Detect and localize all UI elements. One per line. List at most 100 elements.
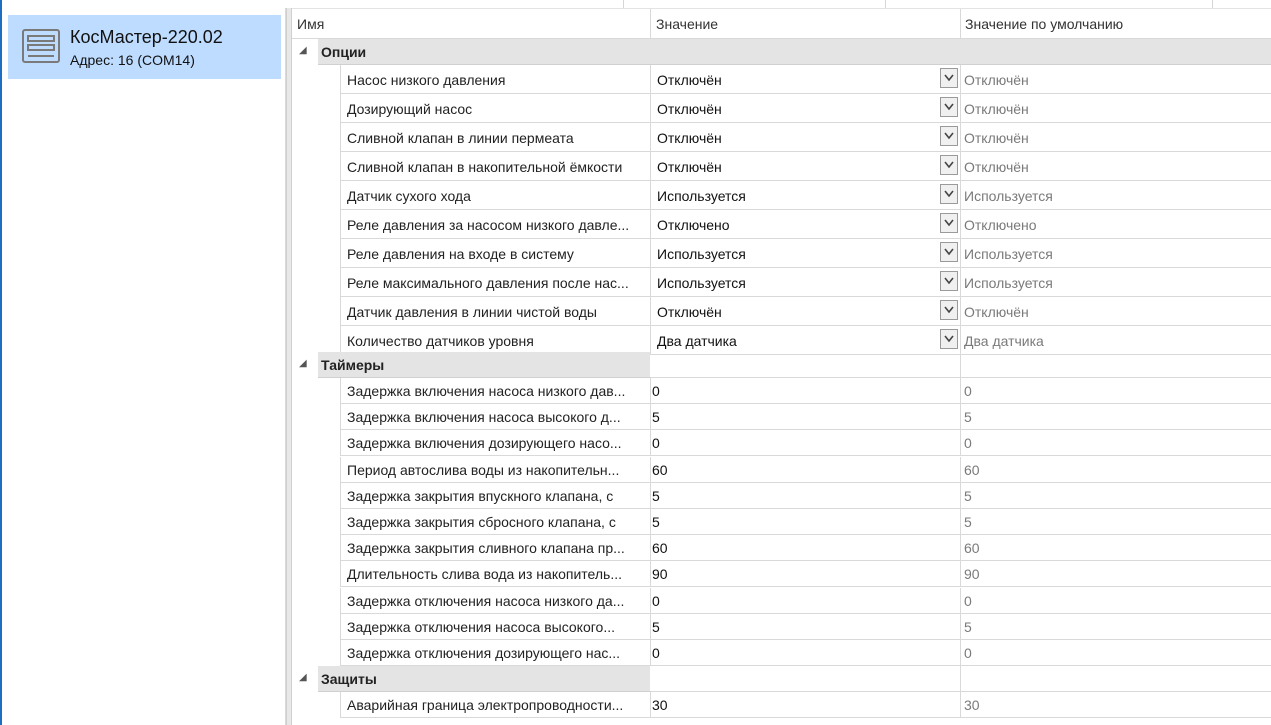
property-value-select[interactable]: Отключён xyxy=(657,130,722,146)
property-name-cell[interactable]: Задержка закрытия впускного клапана, с xyxy=(340,483,650,509)
property-value-cell[interactable]: Два датчика xyxy=(650,326,960,355)
property-row[interactable]: Задержка включения дозирующего насо... 0 0 xyxy=(292,430,1271,456)
property-name-cell[interactable]: Датчик сухого хода xyxy=(340,181,650,210)
dropdown-button[interactable] xyxy=(940,242,958,262)
property-value-cell[interactable]: 0 xyxy=(650,640,960,666)
property-value-input[interactable]: 5 xyxy=(652,514,660,530)
property-name-cell[interactable]: Датчик давления в линии чистой воды xyxy=(340,297,650,326)
column-header-default[interactable]: Значение по умолчанию xyxy=(965,16,1123,32)
property-value-cell[interactable]: 5 xyxy=(650,483,960,509)
property-row[interactable]: Реле давления за насосом низкого давле..… xyxy=(292,210,1271,239)
property-value-input[interactable]: 60 xyxy=(652,462,668,478)
property-value-cell[interactable]: 30 xyxy=(650,692,960,718)
property-value-input[interactable]: 5 xyxy=(652,488,660,504)
property-value-input[interactable]: 0 xyxy=(652,383,660,399)
property-value-select[interactable]: Используется xyxy=(657,188,746,204)
property-row[interactable]: Задержка включения насоса высокого д... 5… xyxy=(292,404,1271,430)
property-row[interactable]: Количество датчиков уровня Два датчика Два… xyxy=(292,326,1271,355)
property-value-input[interactable]: 5 xyxy=(652,409,660,425)
property-value-cell[interactable]: Отключён xyxy=(650,65,960,94)
property-name-cell[interactable]: Длительность слива вода из накопитель... xyxy=(340,561,650,587)
property-row[interactable]: Аварийная граница электропроводности... 3… xyxy=(292,692,1271,718)
property-value-cell[interactable]: Используется xyxy=(650,181,960,210)
collapse-arrow-icon[interactable]: ◢ xyxy=(299,45,307,56)
category-row[interactable]: ◢ Защиты xyxy=(292,666,1271,692)
column-separator[interactable] xyxy=(960,9,961,38)
category-row[interactable]: ◢ Таймеры xyxy=(292,352,1271,378)
property-name-cell[interactable]: Задержка закрытия сливного клапана пр... xyxy=(340,535,650,561)
dropdown-button[interactable] xyxy=(940,300,958,320)
property-value-cell[interactable]: Используется xyxy=(650,268,960,297)
property-value-input[interactable]: 90 xyxy=(652,566,668,582)
collapse-arrow-icon[interactable]: ◢ xyxy=(299,358,307,369)
property-row[interactable]: Задержка отключения насоса низкого да...… xyxy=(292,588,1271,614)
property-row[interactable]: Датчик давления в линии чистой воды Отклю… xyxy=(292,297,1271,326)
property-name-cell[interactable]: Задержка отключения насоса высокого... xyxy=(340,614,650,640)
property-value-select[interactable]: Используется xyxy=(657,246,746,262)
dropdown-button[interactable] xyxy=(940,271,958,291)
property-name-cell[interactable]: Задержка закрытия сбросного клапана, с xyxy=(340,509,650,535)
property-value-select[interactable]: Отключён xyxy=(657,159,722,175)
property-value-cell[interactable]: 5 xyxy=(650,614,960,640)
dropdown-button[interactable] xyxy=(940,329,958,349)
collapse-arrow-icon[interactable]: ◢ xyxy=(299,672,307,683)
property-value-cell[interactable]: 60 xyxy=(650,457,960,483)
property-row[interactable]: Реле давления на входе в систему Использу… xyxy=(292,239,1271,268)
property-value-cell[interactable]: Отключён xyxy=(650,297,960,326)
property-name-cell[interactable]: Период автослива воды из накопительн... xyxy=(340,457,650,483)
property-value-cell[interactable]: Используется xyxy=(650,239,960,268)
property-value-select[interactable]: Отключён xyxy=(657,101,722,117)
property-name-cell[interactable]: Задержка включения дозирующего насо... xyxy=(340,430,650,456)
dropdown-button[interactable] xyxy=(940,184,958,204)
property-value-select[interactable]: Используется xyxy=(657,275,746,291)
property-row[interactable]: Дозирующий насос Отключён Отключён xyxy=(292,94,1271,123)
dropdown-button[interactable] xyxy=(940,126,958,146)
property-name-cell[interactable]: Реле давления за насосом низкого давле..… xyxy=(340,210,650,239)
property-name-cell[interactable]: Реле максимального давления после нас... xyxy=(340,268,650,297)
property-name-cell[interactable]: Задержка включения насоса низкого дав... xyxy=(340,378,650,404)
column-header-value[interactable]: Значение xyxy=(656,16,718,32)
property-row[interactable]: Длительность слива вода из накопитель...… xyxy=(292,561,1271,587)
property-value-input[interactable]: 0 xyxy=(652,593,660,609)
column-header-name[interactable]: Имя xyxy=(297,16,324,32)
property-row[interactable]: Реле максимального давления после нас...… xyxy=(292,268,1271,297)
property-row[interactable]: Сливной клапан в накопительной ёмкости От… xyxy=(292,152,1271,181)
property-row[interactable]: Задержка закрытия сбросного клапана, с 5 5 xyxy=(292,509,1271,535)
property-value-input[interactable]: 0 xyxy=(652,645,660,661)
column-separator[interactable] xyxy=(650,9,651,38)
property-row[interactable]: Насос низкого давления Отключён Отключён xyxy=(292,65,1271,94)
property-value-cell[interactable]: Отключено xyxy=(650,210,960,239)
property-value-input[interactable]: 60 xyxy=(652,540,668,556)
property-value-select[interactable]: Отключено xyxy=(657,217,730,233)
dropdown-button[interactable] xyxy=(940,213,958,233)
property-name-cell[interactable]: Реле давления на входе в систему xyxy=(340,239,650,268)
property-value-cell[interactable]: 90 xyxy=(650,561,960,587)
property-row[interactable]: Датчик сухого хода Используется Использует… xyxy=(292,181,1271,210)
property-value-input[interactable]: 30 xyxy=(652,697,668,713)
property-value-cell[interactable]: 0 xyxy=(650,588,960,614)
property-name-cell[interactable]: Сливной клапан в накопительной ёмкости xyxy=(340,152,650,181)
property-name-cell[interactable]: Количество датчиков уровня xyxy=(340,326,650,355)
property-row[interactable]: Задержка включения насоса низкого дав...… xyxy=(292,378,1271,404)
property-value-cell[interactable]: 0 xyxy=(650,430,960,456)
property-value-select[interactable]: Отключён xyxy=(657,72,722,88)
property-value-cell[interactable]: 0 xyxy=(650,378,960,404)
device-list-item[interactable]: КосМастер-220.02 Адрес: 16 (COM14) xyxy=(8,15,281,79)
property-name-cell[interactable]: Задержка включения насоса высокого д... xyxy=(340,404,650,430)
property-value-cell[interactable]: 5 xyxy=(650,509,960,535)
property-name-cell[interactable]: Задержка отключения насоса низкого да... xyxy=(340,588,650,614)
property-name-cell[interactable]: Задержка отключения дозирующего нас... xyxy=(340,640,650,666)
property-row[interactable]: Задержка закрытия впускного клапана, с 5 5 xyxy=(292,483,1271,509)
property-row[interactable]: Сливной клапан в линии пермеата Отключён О… xyxy=(292,123,1271,152)
property-row[interactable]: Задержка отключения насоса высокого... 5 5 xyxy=(292,614,1271,640)
dropdown-button[interactable] xyxy=(940,68,958,88)
dropdown-button[interactable] xyxy=(940,155,958,175)
category-row[interactable]: ◢ Опции xyxy=(292,39,1271,65)
property-value-cell[interactable]: 5 xyxy=(650,404,960,430)
property-value-select[interactable]: Два датчика xyxy=(657,333,737,349)
property-row[interactable]: Задержка отключения дозирующего нас... 0 0 xyxy=(292,640,1271,666)
property-value-input[interactable]: 5 xyxy=(652,619,660,635)
property-value-cell[interactable]: 60 xyxy=(650,535,960,561)
property-name-cell[interactable]: Сливной клапан в линии пермеата xyxy=(340,123,650,152)
property-value-input[interactable]: 0 xyxy=(652,435,660,451)
